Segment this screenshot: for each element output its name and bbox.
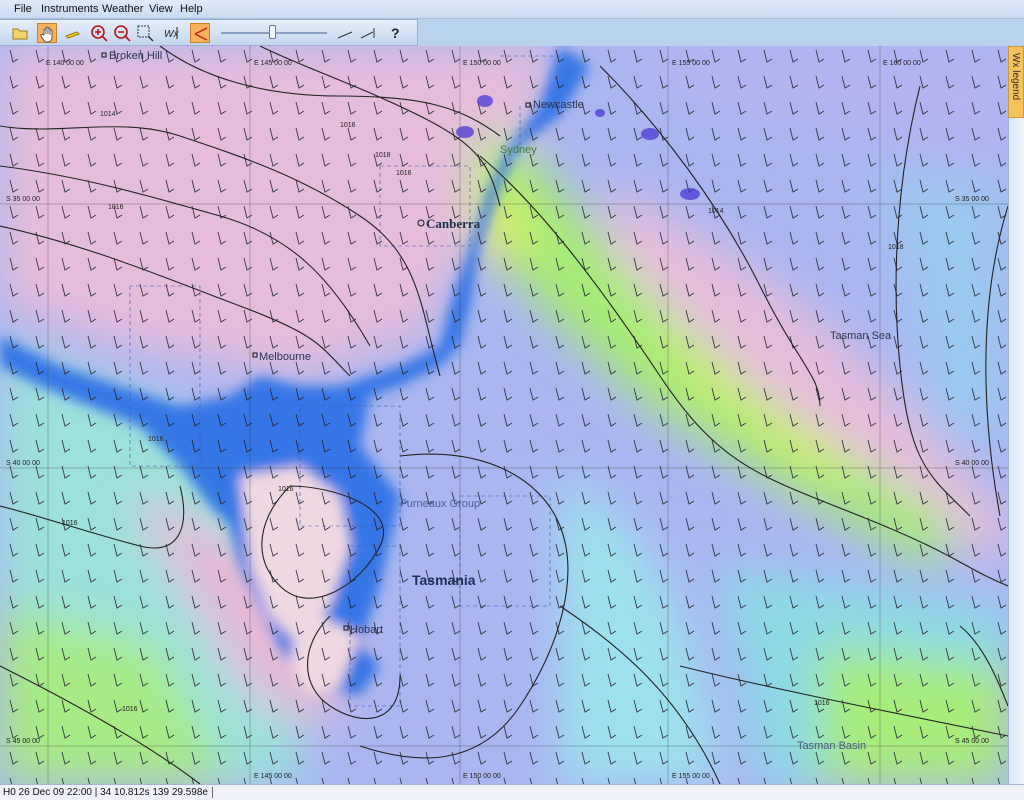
pan-hand-icon[interactable] (37, 23, 57, 43)
menu-weather[interactable]: Weather (102, 3, 143, 15)
latitude-label: S 35 00 00 (955, 196, 989, 203)
latitude-label: S 40 00 00 (6, 460, 40, 467)
status-bar: H0 26 Dec 09 22:00 | 34 10.812s 139 29.5… (0, 784, 1024, 800)
route-icon[interactable] (190, 23, 210, 43)
place-sydney: Sydney (500, 144, 537, 156)
isobar-label: 1016 (340, 122, 356, 129)
longitude-label: E 145 00 00 (254, 773, 292, 780)
isobar-label: 1014 (100, 111, 116, 118)
longitude-label: E 140 00 00 (46, 60, 84, 67)
place-melbourne: Melbourne (259, 351, 311, 363)
help-icon[interactable]: ? (386, 23, 406, 43)
longitude-label: E 150 00 00 (463, 773, 501, 780)
longitude-label: E 150 00 00 (463, 60, 501, 67)
svg-text:?: ? (391, 25, 400, 41)
zoom-out-icon[interactable] (112, 23, 132, 43)
isobar-label: 1014 (708, 208, 724, 215)
menu-file[interactable]: File (14, 3, 32, 15)
play-forward-icon[interactable] (335, 23, 355, 43)
place-tasman-basin: Tasman Basin (797, 740, 867, 752)
wind-overlay-icon[interactable]: Wx (163, 23, 183, 43)
isobar-label: 1016 (122, 706, 138, 713)
isobar-label: 1016 (148, 436, 164, 443)
isobar-label: 1016 (396, 170, 412, 177)
longitude-label: E 145 00 00 (254, 60, 292, 67)
latitude-label: S 45 00 00 (6, 738, 40, 745)
map-canvas[interactable] (0, 46, 1008, 784)
isobar-label: 1016 (278, 486, 294, 493)
skip-end-icon[interactable] (358, 23, 378, 43)
side-panel-strip (1008, 118, 1024, 800)
latitude-label: S 45 00 00 (955, 738, 989, 745)
place-tasman-sea: Tasman Sea (830, 330, 892, 342)
isobar-label: 1018 (888, 244, 904, 251)
isobar-label: 1018 (375, 152, 391, 159)
toolbar: Wx ? (0, 19, 418, 46)
wx-legend-tab[interactable]: Wx legend (1008, 46, 1024, 118)
wx-legend-label: Wx legend (1010, 53, 1021, 101)
latitude-label: S 40 00 00 (955, 460, 989, 467)
menu-instruments[interactable]: Instruments (41, 3, 98, 15)
place-broken-hill: Broken Hill (109, 50, 163, 62)
time-slider-thumb[interactable] (268, 25, 276, 39)
latitude-label: S 35 00 00 (6, 196, 40, 203)
place-furneaux-group: Furneaux Group (400, 498, 481, 510)
wind-barbs (0, 46, 1008, 784)
longitude-label: E 160 00 00 (883, 60, 921, 67)
status-time-position: H0 26 Dec 09 22:00 | 34 10.812s 139 29.5… (3, 787, 213, 798)
open-icon[interactable] (10, 23, 30, 43)
menu-view[interactable]: View (149, 3, 173, 15)
place-hobart: Hobart (350, 624, 384, 636)
pencil-icon[interactable] (63, 23, 83, 43)
place-canberra: Canberra (426, 216, 481, 231)
place-tasmania: Tasmania (412, 572, 476, 588)
isobar-label: 1016 (108, 204, 124, 211)
menu-bar: File Instruments Weather View Help (0, 0, 1024, 19)
place-newcastle: Newcastle (533, 99, 584, 111)
menu-help[interactable]: Help (180, 3, 203, 15)
longitude-label: E 155 00 00 (672, 60, 710, 67)
isobar-label: 1016 (62, 520, 78, 527)
isobar-label: 1016 (814, 700, 830, 707)
zoom-in-icon[interactable] (89, 23, 109, 43)
zoom-box-icon[interactable] (135, 23, 155, 43)
longitude-label: E 155 00 00 (672, 773, 710, 780)
weather-map[interactable]: Broken Hill Newcastle Sydney Canberra Me… (0, 46, 1008, 784)
